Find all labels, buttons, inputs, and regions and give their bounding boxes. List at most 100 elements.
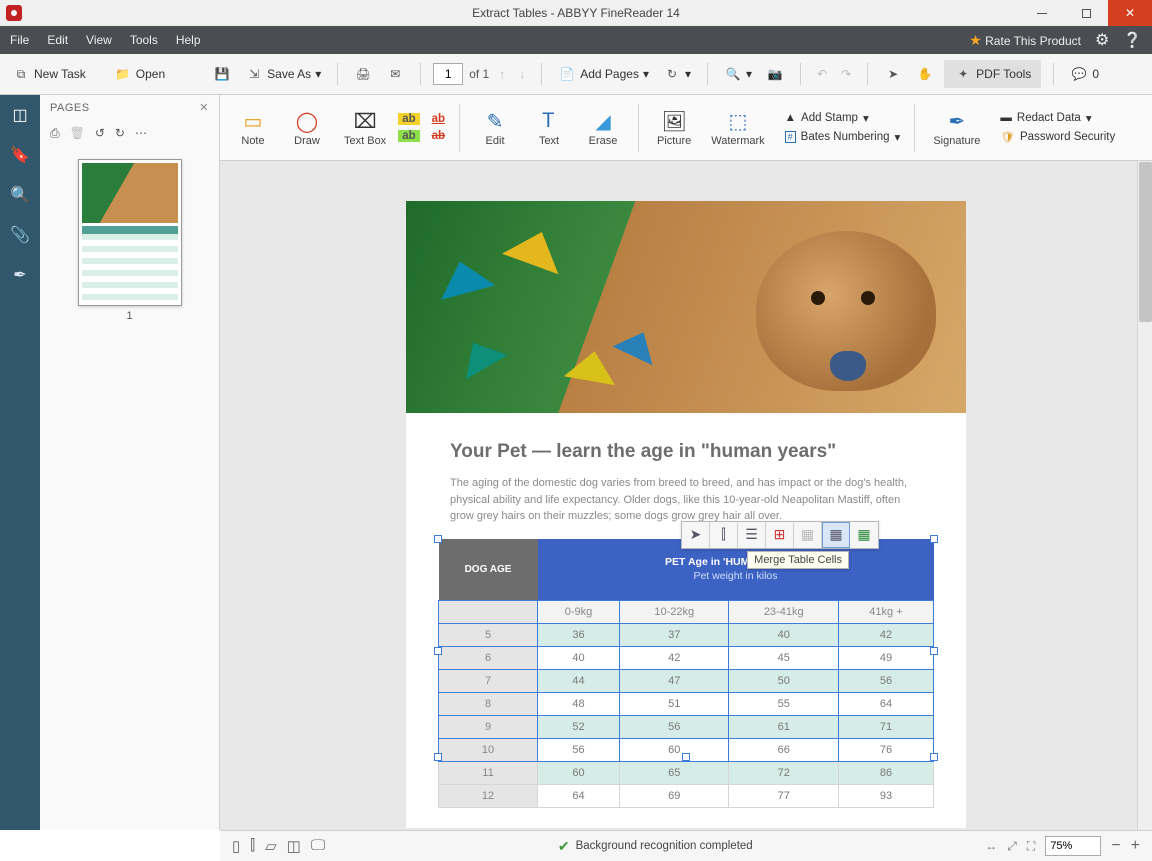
- zoom-in-button[interactable]: +: [1131, 837, 1140, 855]
- password-button[interactable]: 🛡Password Security: [998, 129, 1117, 145]
- table-area[interactable]: ➤ ⫿ ☰ ⊞ ▦ ▦ ▦ Merge Table Cells DOG AGE …: [438, 539, 934, 808]
- email-button[interactable]: ✉: [382, 61, 408, 87]
- zoom-out-button[interactable]: −: [1111, 837, 1120, 855]
- bates-icon: #: [785, 131, 796, 143]
- lock-icon: 🛡: [1000, 130, 1015, 144]
- camera-button[interactable]: 📷: [762, 61, 788, 87]
- sidebar-signature-icon[interactable]: ✒: [13, 265, 26, 285]
- zoom-select[interactable]: [1045, 836, 1101, 856]
- menu-file[interactable]: File: [10, 33, 29, 47]
- table-split-horiz-icon[interactable]: ☰: [738, 522, 766, 548]
- page-thumbnail-1[interactable]: [78, 159, 182, 306]
- view-book-icon[interactable]: ◫: [287, 837, 301, 855]
- text-tool[interactable]: ᎢText: [526, 99, 572, 157]
- view-double-icon[interactable]: ▱: [265, 837, 277, 855]
- undo-button[interactable]: ↶: [813, 63, 831, 85]
- addstamp-button[interactable]: ▲Add Stamp ▾: [783, 110, 903, 126]
- save-button[interactable]: 💾: [209, 61, 235, 87]
- page-add-icon[interactable]: ⎙: [50, 126, 60, 141]
- pdf-page: 🐕🐈DOG & CAT Your Pet — learn the age in …: [406, 201, 966, 828]
- hand-icon: ✋: [916, 65, 934, 83]
- table-select-icon[interactable]: ➤: [682, 522, 710, 548]
- table-splitcell-icon[interactable]: ⊞: [766, 522, 794, 548]
- view-screen-icon[interactable]: 🖵: [311, 837, 325, 855]
- page-delete-icon[interactable]: 🗑: [70, 126, 85, 141]
- sidebar-search-icon[interactable]: 🔍: [10, 185, 30, 205]
- view-single-icon[interactable]: ▯: [232, 837, 240, 855]
- save-icon: 💾: [213, 65, 231, 83]
- menu-tools[interactable]: Tools: [130, 33, 158, 47]
- vertical-scrollbar[interactable]: [1137, 161, 1152, 830]
- newtask-button[interactable]: ⧉New Task: [8, 61, 90, 87]
- open-button[interactable]: 📁Open: [110, 61, 169, 87]
- fit-page-icon[interactable]: ⤢: [1007, 839, 1017, 854]
- pages-panel: PAGES ✕ ⎙ 🗑 ↺ ↻ ⋯ 1: [40, 95, 220, 830]
- page-up-button[interactable]: ↑: [495, 63, 509, 85]
- saveas-button[interactable]: ⇲Save As ▾: [241, 61, 325, 87]
- signature-tool[interactable]: ✒Signature: [927, 99, 986, 157]
- pointer-button[interactable]: ➤: [880, 61, 906, 87]
- pet-age-table[interactable]: DOG AGE PET Age in 'HUMAN YEARS'Pet weig…: [438, 539, 934, 808]
- maximize-button[interactable]: [1064, 0, 1108, 26]
- page-down-button[interactable]: ↓: [515, 63, 529, 85]
- saveas-icon: ⇲: [245, 65, 263, 83]
- pdftools-button[interactable]: ✦PDF Tools: [944, 60, 1041, 88]
- rotate-button[interactable]: ↻▾: [659, 61, 695, 87]
- table-merge-disabled-icon[interactable]: ▦: [794, 522, 822, 548]
- menu-help[interactable]: Help: [176, 33, 201, 47]
- note-tool[interactable]: ▭Note: [230, 99, 276, 157]
- fit-width-icon[interactable]: ↔: [985, 839, 997, 853]
- underline-tool[interactable]: ab: [430, 112, 447, 126]
- pointer-icon: ➤: [884, 65, 902, 83]
- table-grid-icon[interactable]: ▦: [850, 522, 878, 548]
- highlight-yellow[interactable]: ab: [396, 112, 421, 126]
- sidebar-pages-icon[interactable]: ◫: [12, 105, 27, 125]
- table-split-vert-icon[interactable]: ⫿: [710, 522, 738, 548]
- picture-icon: 🖼: [661, 109, 686, 135]
- page-more-icon[interactable]: ⋯: [135, 126, 147, 141]
- page-rotate-left-icon[interactable]: ↺: [95, 126, 105, 141]
- highlight2-icon: ab: [398, 130, 419, 142]
- folder-icon: 📁: [114, 65, 132, 83]
- plus-doc-icon: ⧉: [12, 65, 30, 83]
- addpages-button[interactable]: 📄Add Pages ▾: [554, 61, 653, 87]
- searchpage-icon: 🔍: [724, 65, 742, 83]
- draw-tool[interactable]: ◯Draw: [284, 99, 330, 157]
- search-page-button[interactable]: 🔍▾: [720, 61, 756, 87]
- picture-tool[interactable]: 🖼Picture: [651, 99, 697, 157]
- comments-button[interactable]: 💬0: [1066, 61, 1103, 87]
- menu-edit[interactable]: Edit: [47, 33, 68, 47]
- hero-image: [406, 201, 966, 413]
- rate-product[interactable]: ★ Rate This Product: [969, 32, 1081, 49]
- edit-tool[interactable]: ✎Edit: [472, 99, 518, 157]
- textbox-tool[interactable]: ⌧Text Box: [338, 99, 392, 157]
- document-canvas[interactable]: 🐕🐈DOG & CAT Your Pet — learn the age in …: [220, 161, 1152, 830]
- window-title: Extract Tables - ABBYY FineReader 14: [0, 6, 1152, 20]
- sidebar-bookmark-icon[interactable]: 🔖: [10, 145, 30, 165]
- erase-tool[interactable]: ◢Erase: [580, 99, 626, 157]
- comment-icon: 💬: [1070, 65, 1088, 83]
- menu-view[interactable]: View: [86, 33, 112, 47]
- fullscreen-icon[interactable]: ⛶: [1027, 839, 1035, 854]
- strike-tool[interactable]: ab: [430, 129, 447, 143]
- bates-button[interactable]: #Bates Numbering ▾: [783, 129, 903, 145]
- sidebar-attachment-icon[interactable]: 📎: [10, 225, 30, 245]
- hand-button[interactable]: ✋: [912, 61, 938, 87]
- highlight-green[interactable]: ab: [396, 129, 421, 143]
- print-button[interactable]: 🖨: [350, 61, 376, 87]
- settings-icon[interactable]: ⚙: [1095, 30, 1109, 50]
- page-number-input[interactable]: [433, 63, 463, 85]
- view-continuous-icon[interactable]: ⫿: [250, 837, 255, 855]
- watermark-tool[interactable]: ⬚Watermark: [705, 99, 770, 157]
- page-of-label: of 1: [469, 67, 489, 81]
- pages-panel-close[interactable]: ✕: [199, 101, 209, 114]
- minimize-button[interactable]: [1020, 0, 1064, 26]
- table-tools-popup: ➤ ⫿ ☰ ⊞ ▦ ▦ ▦: [681, 521, 879, 549]
- table-mergecells-icon[interactable]: ▦: [822, 522, 850, 548]
- redo-button[interactable]: ↷: [837, 63, 855, 85]
- pdf-tools-ribbon: ▭Note ◯Draw ⌧Text Box ab ab ab ab ✎Edit …: [220, 95, 1152, 161]
- close-button[interactable]: ✕: [1108, 0, 1152, 26]
- help-icon[interactable]: ❔: [1123, 31, 1142, 49]
- page-rotate-right-icon[interactable]: ↻: [115, 126, 125, 141]
- redact-button[interactable]: ▬Redact Data ▾: [998, 110, 1117, 126]
